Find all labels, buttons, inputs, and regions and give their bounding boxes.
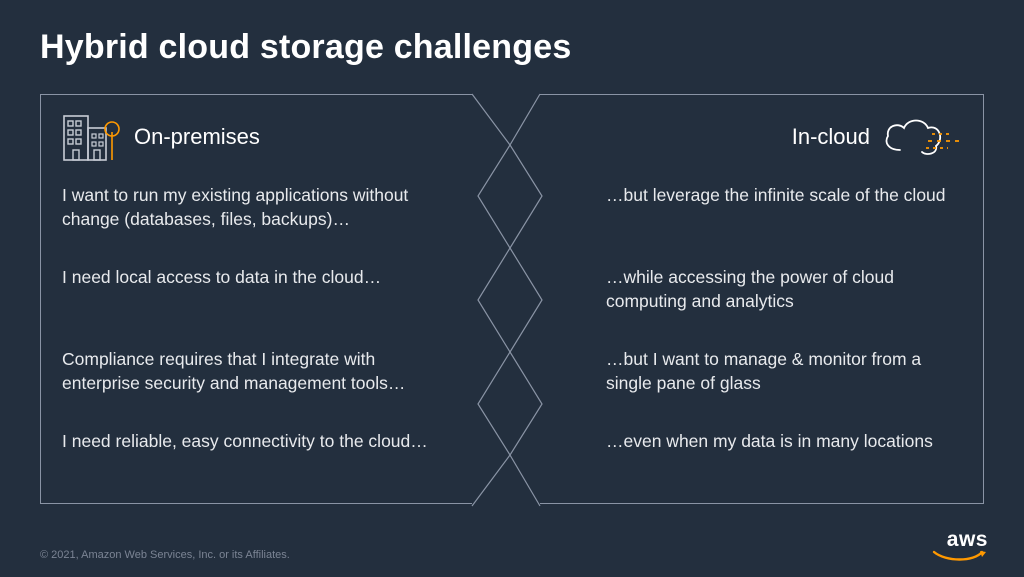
- on-premises-heading: On-premises: [134, 124, 260, 150]
- on-premises-column: On-premises I want to run my existing ap…: [40, 94, 470, 504]
- list-item: …but leverage the infinite scale of the …: [572, 178, 962, 260]
- list-item: I want to run my existing applications w…: [62, 178, 448, 260]
- copyright-footer: © 2021, Amazon Web Services, Inc. or its…: [40, 549, 290, 561]
- list-item: I need reliable, easy connectivity to th…: [62, 424, 448, 506]
- aws-smile-icon: [932, 550, 988, 564]
- list-item: …but I want to manage & monitor from a s…: [572, 342, 962, 424]
- aws-logo-text: aws: [932, 529, 988, 550]
- list-item: Compliance requires that I integrate wit…: [62, 342, 448, 424]
- in-cloud-column: In-cloud …but leverage the infinite scal…: [550, 94, 984, 504]
- slide-title: Hybrid cloud storage challenges: [0, 0, 1024, 85]
- list-item: …while accessing the power of cloud comp…: [572, 260, 962, 342]
- zigzag-divider: [470, 93, 550, 507]
- in-cloud-heading: In-cloud: [792, 124, 870, 150]
- list-item: …even when my data is in many locations: [572, 424, 962, 506]
- aws-logo: aws: [932, 529, 988, 565]
- in-cloud-header: In-cloud: [572, 108, 962, 166]
- cloud-icon: [878, 114, 962, 160]
- on-premises-header: On-premises: [62, 108, 448, 166]
- panels-container: On-premises I want to run my existing ap…: [40, 94, 984, 504]
- list-item: I need local access to data in the cloud…: [62, 260, 448, 342]
- building-icon: [62, 112, 120, 162]
